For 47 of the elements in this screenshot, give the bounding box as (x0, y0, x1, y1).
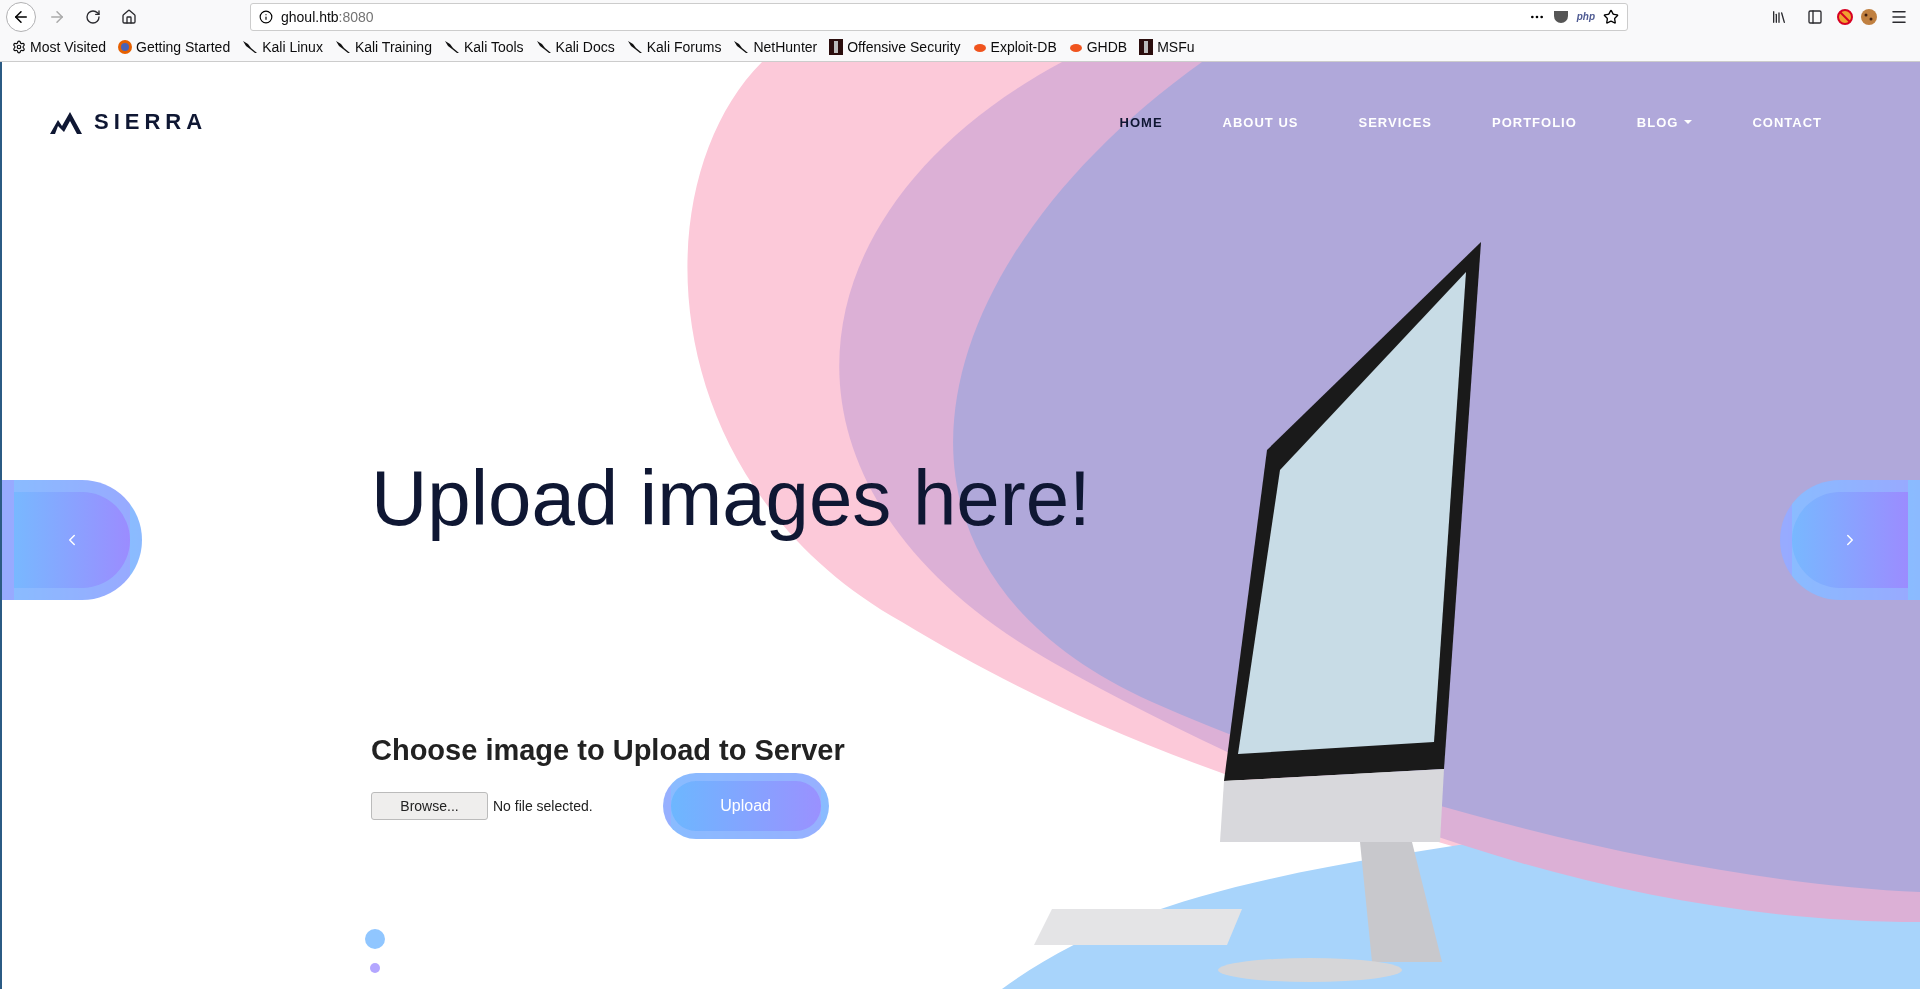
dragon-icon (443, 40, 460, 54)
bookmark-link[interactable]: Kali Linux (242, 39, 323, 55)
bookmark-link[interactable]: GHDB (1068, 39, 1128, 55)
logo-text: SIERRA (94, 109, 208, 135)
bookmark-link[interactable]: NetHunter (733, 39, 818, 55)
php-badge[interactable]: php (1576, 11, 1595, 22)
mountain-logo-icon (50, 110, 82, 134)
address-bar[interactable]: ghoul.htb:8080 php (250, 2, 1628, 31)
bookmark-link[interactable]: Offensive Security (829, 39, 961, 55)
bug-icon (1068, 41, 1083, 53)
browse-button[interactable]: Browse... (371, 791, 488, 820)
slider-dot[interactable] (370, 962, 380, 973)
bookmark-link[interactable]: Most Visited (12, 39, 106, 55)
reload-icon (85, 8, 101, 25)
dragon-icon (626, 40, 643, 54)
bookmark-link[interactable]: Kali Docs (535, 39, 615, 55)
file-status-text: No file selected. (493, 797, 593, 814)
info-icon (259, 9, 273, 24)
hero-headline: Upload images here! (371, 453, 1091, 544)
cookie-icon[interactable] (1860, 7, 1878, 26)
dragon-icon (535, 40, 552, 54)
emblem-icon (829, 39, 844, 55)
slider-dot[interactable] (365, 928, 385, 949)
bookmark-link[interactable]: Getting Started (118, 39, 231, 55)
star-icon[interactable] (1603, 8, 1619, 25)
bookmark-link[interactable]: Kali Training (334, 39, 432, 55)
bug-icon (972, 41, 987, 53)
blocked-icon[interactable] (1836, 7, 1854, 26)
home-icon (121, 8, 137, 25)
nav-link[interactable]: HOME (1089, 114, 1193, 130)
bookmark-link[interactable]: Exploit-DB (972, 39, 1057, 55)
url-text: ghoul.htb:8080 (281, 8, 375, 25)
sidebar-icon (1807, 8, 1823, 25)
emblem-icon (1139, 39, 1154, 55)
library-icon (1771, 8, 1787, 25)
gear-icon (12, 40, 26, 54)
dragon-icon (733, 40, 750, 54)
back-button[interactable] (6, 1, 36, 32)
bookmark-link[interactable]: Kali Tools (443, 39, 524, 55)
globe-icon (118, 40, 132, 54)
dragon-icon (242, 40, 259, 54)
upload-heading: Choose image to Upload to Server (371, 733, 845, 767)
previous-slide-button[interactable] (2, 480, 142, 600)
bookmark-link[interactable]: MSFu (1139, 39, 1195, 55)
bookmark-link[interactable]: Kali Forums (626, 39, 722, 55)
dragon-icon (334, 40, 351, 54)
pocket-icon[interactable] (1552, 9, 1569, 24)
